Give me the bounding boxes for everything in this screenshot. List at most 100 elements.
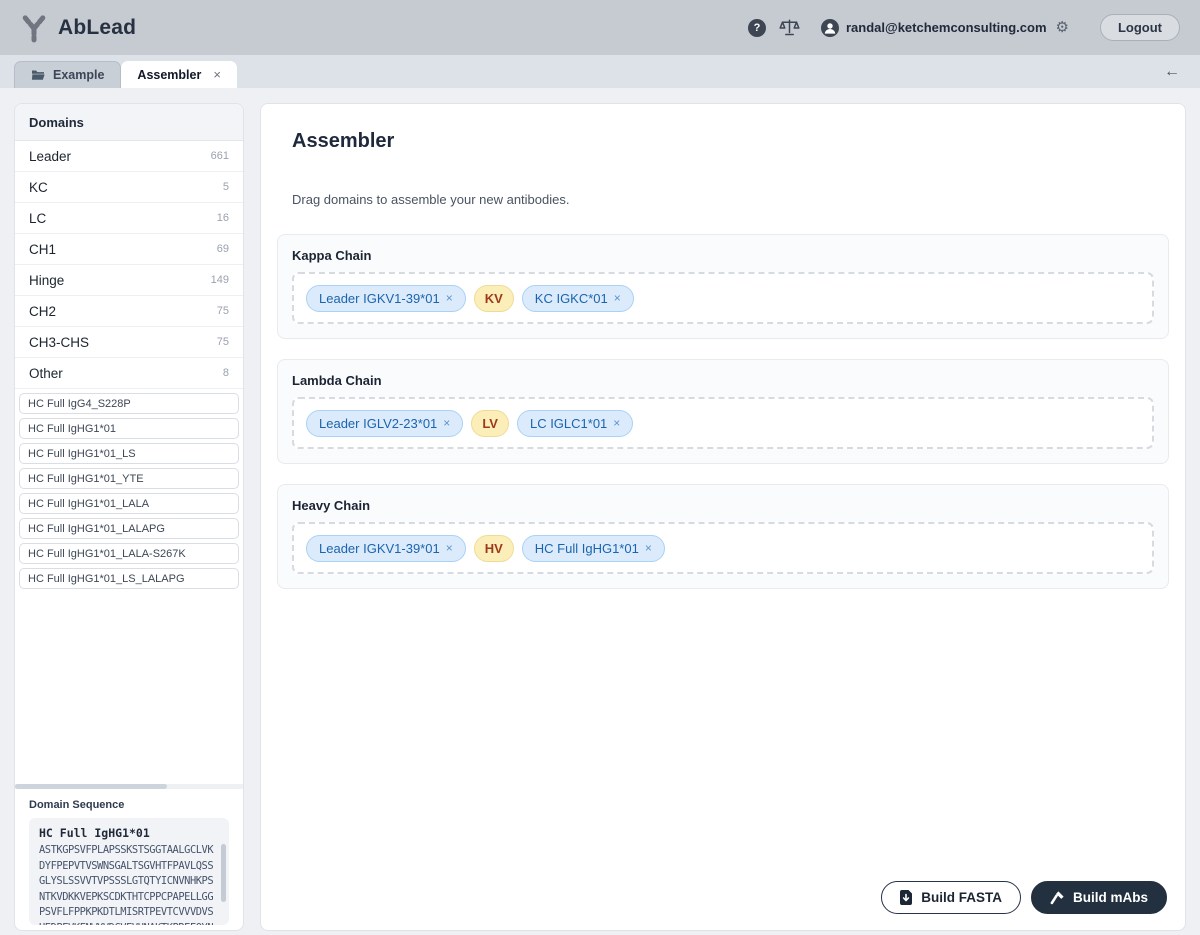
domain-chip[interactable]: KC IGKC*01 × (522, 285, 634, 312)
domain-item[interactable]: HC Full IgHG1*01_LALAPG (19, 518, 239, 539)
build-buttons: Build FASTA Build mAbs (881, 881, 1167, 914)
domain-chip-label: Leader IGKV1-39*01 (319, 291, 440, 306)
domain-chip[interactable]: HV (474, 535, 514, 562)
chip-remove-icon[interactable]: × (614, 291, 621, 305)
category-count: 8 (223, 367, 229, 379)
domain-category-row[interactable]: CH2 75 (15, 296, 243, 327)
domain-item[interactable]: HC Full IgHG1*01_LALA-S267K (19, 543, 239, 564)
tab-assembler[interactable]: Assembler × (121, 61, 237, 88)
domain-item-label: HC Full IgHG1*01_LALAPG (28, 523, 165, 535)
tab-example[interactable]: Example (14, 61, 121, 88)
assembler-panel: Assembler Drag domains to assemble your … (260, 103, 1186, 931)
domain-chip[interactable]: HC Full IgHG1*01 × (522, 535, 665, 562)
domain-item-list: HC Full IgG4_S228P HC Full IgHG1*01 HC F… (15, 389, 243, 789)
category-name: Leader (29, 149, 71, 164)
tab-assembler-label: Assembler (137, 68, 201, 82)
user-email: randal@ketchemconsulting.com (846, 20, 1047, 35)
domain-chip[interactable]: Leader IGLV2-23*01 × (306, 410, 463, 437)
domain-item[interactable]: HC Full IgG4_S228P (19, 393, 239, 414)
category-count: 75 (217, 305, 229, 317)
fasta-file-icon (900, 890, 913, 905)
domain-item-label: HC Full IgHG1*01_LS_LALAPG (28, 573, 185, 585)
build-fasta-label: Build FASTA (921, 890, 1002, 905)
domain-chip-label: HV (485, 541, 503, 556)
domain-item-label: HC Full IgHG1*01_LS (28, 448, 136, 460)
category-count: 16 (217, 212, 229, 224)
folder-icon (31, 69, 45, 81)
category-count: 661 (211, 150, 229, 162)
build-fasta-button[interactable]: Build FASTA (881, 881, 1021, 914)
domain-item[interactable]: HC Full IgHG1*01 (19, 418, 239, 439)
chip-remove-icon[interactable]: × (446, 541, 453, 555)
domain-sequence-box: HC Full IgHG1*01 ASTKGPSVFPLAPSSKSTSGGTA… (29, 818, 229, 925)
chip-remove-icon[interactable]: × (446, 291, 453, 305)
chain-name: Lambda Chain (292, 373, 1154, 388)
domain-category-row[interactable]: LC 16 (15, 203, 243, 234)
domain-chip-label: Leader IGLV2-23*01 (319, 416, 437, 431)
sequence-line: PSVFLFPPKPKDTLMISRTPEVTCVVVDVS (39, 905, 215, 921)
chain-card: Heavy Chain Leader IGKV1-39*01 × HV (277, 484, 1169, 589)
domain-chip[interactable]: Leader IGKV1-39*01 × (306, 535, 466, 562)
domain-category-row[interactable]: Hinge 149 (15, 265, 243, 296)
domain-item[interactable]: HC Full IgHG1*01_LS (19, 443, 239, 464)
user-icon (821, 19, 839, 37)
category-name: KC (29, 180, 48, 195)
chain-card: Kappa Chain Leader IGKV1-39*01 × KV (277, 234, 1169, 339)
app-title: AbLead (58, 16, 136, 40)
domain-item[interactable]: HC Full IgHG1*01_LS_LALAPG (19, 568, 239, 589)
scales-icon[interactable] (779, 18, 800, 37)
domain-chip[interactable]: LV (471, 410, 509, 437)
category-name: Hinge (29, 273, 64, 288)
chip-remove-icon[interactable]: × (613, 416, 620, 430)
domain-category-row[interactable]: Leader 661 (15, 141, 243, 172)
domain-category-row[interactable]: KC 5 (15, 172, 243, 203)
page-title: Assembler (292, 130, 1169, 153)
page-subtitle: Drag domains to assemble your new antibo… (292, 192, 1169, 207)
chain-dropzone[interactable]: Leader IGKV1-39*01 × KV KC IGKC*01 × (292, 272, 1154, 324)
sequence-title: HC Full IgHG1*01 (39, 826, 215, 840)
domain-chip[interactable]: LC IGLC1*01 × (517, 410, 633, 437)
chain-card: Lambda Chain Leader IGLV2-23*01 × LV (277, 359, 1169, 464)
domain-chip[interactable]: Leader IGKV1-39*01 × (306, 285, 466, 312)
domain-sequence-panel: Domain Sequence HC Full IgHG1*01 ASTKGPS… (15, 789, 243, 930)
logout-button[interactable]: Logout (1100, 14, 1180, 41)
domain-item[interactable]: HC Full IgHG1*01_LALA (19, 493, 239, 514)
chip-remove-icon[interactable]: × (645, 541, 652, 555)
category-name: CH2 (29, 304, 56, 319)
domain-item[interactable]: HC Full IgHG1*01_YTE (19, 468, 239, 489)
domains-header: Domains (15, 104, 243, 141)
domain-category-list: Leader 661 KC 5 LC 16 CH1 69 Hinge 149 (15, 141, 243, 389)
domain-category-row[interactable]: CH3-CHS 75 (15, 327, 243, 358)
chain-dropzone[interactable]: Leader IGLV2-23*01 × LV LC IGLC1*01 × (292, 397, 1154, 449)
sequence-line: ASTKGPSVFPLAPSSKSTSGGTAALGCLVK (39, 843, 215, 859)
domain-chip-label: KV (485, 291, 503, 306)
user-chip[interactable]: randal@ketchemconsulting.com ⚙ (821, 19, 1069, 37)
horizontal-scrollbar-thumb[interactable] (15, 784, 167, 789)
chip-remove-icon[interactable]: × (443, 416, 450, 430)
gear-icon[interactable]: ⚙ (1056, 20, 1069, 35)
chain-dropzone[interactable]: Leader IGKV1-39*01 × HV HC Full IgHG1*01… (292, 522, 1154, 574)
build-mabs-button[interactable]: Build mAbs (1031, 881, 1167, 914)
build-mabs-label: Build mAbs (1073, 890, 1148, 905)
domain-item-label: HC Full IgHG1*01_LALA-S267K (28, 548, 186, 560)
domain-chip-label: LC IGLC1*01 (530, 416, 607, 431)
domain-item-label: HC Full IgHG1*01_YTE (28, 473, 144, 485)
horizontal-scrollbar[interactable] (15, 784, 243, 789)
collapse-arrow-icon[interactable]: ← (1164, 63, 1186, 81)
category-count: 69 (217, 243, 229, 255)
antibody-logo-icon (20, 13, 48, 43)
tab-example-label: Example (53, 68, 104, 82)
domain-category-row[interactable]: Other 8 (15, 358, 243, 389)
domains-sidebar: Domains Leader 661 KC 5 LC 16 CH1 69 (14, 103, 244, 931)
vertical-scrollbar-thumb[interactable] (221, 844, 226, 902)
category-name: CH1 (29, 242, 56, 257)
domain-chip[interactable]: KV (474, 285, 514, 312)
hammer-icon (1050, 890, 1065, 905)
domain-chip-label: Leader IGKV1-39*01 (319, 541, 440, 556)
chain-name: Kappa Chain (292, 248, 1154, 263)
category-name: CH3-CHS (29, 335, 89, 350)
help-icon[interactable]: ? (748, 19, 766, 37)
category-count: 5 (223, 181, 229, 193)
tab-close-icon[interactable]: × (209, 67, 221, 82)
domain-category-row[interactable]: CH1 69 (15, 234, 243, 265)
